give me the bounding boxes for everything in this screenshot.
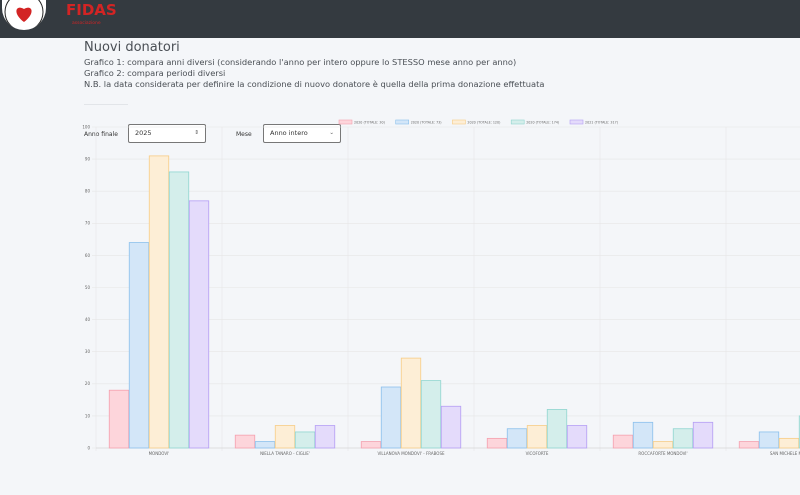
y-tick-label: 90 xyxy=(85,157,91,162)
legend-label-4[interactable]: 2021 (TOTALE: 317) xyxy=(585,120,618,124)
y-tick-label: 20 xyxy=(85,381,91,386)
x-tick-label: ROCCAFORTE MONDOVI' xyxy=(638,451,687,456)
association-badge-logo[interactable] xyxy=(2,0,46,30)
legend-label-0[interactable]: 2020 (TOTALE: 30) xyxy=(354,120,385,124)
y-tick-label: 50 xyxy=(85,285,91,290)
x-tick-label: SAN MICHELE MON xyxy=(770,451,800,456)
y-tick-label: 100 xyxy=(82,124,90,129)
heart-logo-icon xyxy=(4,0,44,30)
bar-series-1-cat-1[interactable] xyxy=(254,441,276,449)
bar-series-0-cat-3[interactable] xyxy=(486,437,508,449)
bar-series-1-cat-5[interactable] xyxy=(758,431,780,449)
x-tick-label: MONDOVI' xyxy=(149,451,170,456)
new-donors-bar-chart: 2020 (TOTALE: 30) 2020 (TOTALE: 73) 2020 (… xyxy=(82,119,800,456)
bar-series-4-cat-3[interactable] xyxy=(566,425,588,449)
page-title: Nuovi donatori xyxy=(84,40,180,55)
bar-series-1-cat-0[interactable] xyxy=(128,242,150,449)
fidas-subtext: associazione xyxy=(72,20,101,26)
top-navbar: FIDAS associazione xyxy=(0,0,800,38)
chart-legend: 2020 (TOTALE: 30) 2020 (TOTALE: 73) 2020 (… xyxy=(338,119,618,125)
y-tick-label: 0 xyxy=(87,445,90,450)
bar-series-4-cat-0[interactable] xyxy=(188,200,210,449)
bar-series-2-cat-2[interactable] xyxy=(400,357,422,449)
bar-series-3-cat-4[interactable] xyxy=(672,428,694,449)
bar-series-3-cat-3[interactable] xyxy=(546,409,568,449)
bar-series-0-cat-4[interactable] xyxy=(612,434,634,449)
legend-swatch-3[interactable] xyxy=(510,119,525,125)
bar-series-0-cat-0[interactable] xyxy=(108,389,130,449)
bar-series-1-cat-4[interactable] xyxy=(632,421,654,449)
legend-swatch-0[interactable] xyxy=(338,119,353,125)
y-tick-label: 40 xyxy=(85,317,91,322)
y-tick-label: 80 xyxy=(85,189,91,194)
fidas-wordmark: FIDAS xyxy=(66,1,117,19)
y-axis-ticks: 0 10 20 30 40 50 60 70 80 90 100 xyxy=(82,124,90,450)
legend-label-2[interactable]: 2020 (TOTALE: 120) xyxy=(467,120,500,124)
x-axis-ticks: MONDOVI' NIELLA TANARO - CIGLIE' VILLANOVA… xyxy=(149,451,800,456)
bar-series-4-cat-1[interactable] xyxy=(314,425,336,449)
legend-swatch-1[interactable] xyxy=(395,119,410,125)
chart-bars xyxy=(108,155,800,449)
bar-series-2-cat-3[interactable] xyxy=(526,425,548,449)
bar-series-2-cat-1[interactable] xyxy=(274,425,296,449)
note-chart-2: Grafico 2: compara periodi diversi xyxy=(84,68,226,78)
legend-label-3[interactable]: 2020 (TOTALE: 174) xyxy=(526,120,559,124)
bar-series-4-cat-2[interactable] xyxy=(440,405,462,449)
y-tick-label: 10 xyxy=(85,413,91,418)
bar-series-1-cat-3[interactable] xyxy=(506,428,528,449)
bar-series-3-cat-0[interactable] xyxy=(168,171,190,449)
legend-swatch-4[interactable] xyxy=(569,119,584,125)
x-tick-label: VILLANOVA MONDOVI' - FRABOSE xyxy=(377,451,445,456)
y-tick-label: 70 xyxy=(85,221,91,226)
bar-series-0-cat-2[interactable] xyxy=(360,441,382,449)
legend-swatch-2[interactable] xyxy=(452,119,466,125)
y-tick-label: 60 xyxy=(85,253,91,258)
fidas-wordmark-icon: FIDAS associazione xyxy=(66,1,117,26)
bar-series-4-cat-4[interactable] xyxy=(692,421,714,449)
y-tick-label: 30 xyxy=(85,349,91,354)
note-new-donor-definition: N.B. la data considerata per definire la… xyxy=(84,79,545,89)
x-tick-label: NIELLA TANARO - CIGLIE' xyxy=(260,451,310,456)
x-tick-label: VICOFORTE xyxy=(526,451,549,456)
bar-series-0-cat-1[interactable] xyxy=(234,434,256,449)
bar-series-2-cat-4[interactable] xyxy=(652,441,674,449)
bar-series-3-cat-2[interactable] xyxy=(420,380,442,449)
bar-series-2-cat-5[interactable] xyxy=(778,437,800,449)
divider xyxy=(84,104,128,105)
note-chart-1: Grafico 1: compara anni diversi (conside… xyxy=(84,57,517,67)
bar-series-1-cat-2[interactable] xyxy=(380,386,402,449)
bar-series-3-cat-1[interactable] xyxy=(294,431,316,449)
bar-series-2-cat-0[interactable] xyxy=(148,155,170,449)
bar-series-0-cat-5[interactable] xyxy=(738,441,760,449)
legend-label-1[interactable]: 2020 (TOTALE: 73) xyxy=(411,120,442,124)
fidas-logo[interactable]: FIDAS associazione xyxy=(62,0,122,32)
